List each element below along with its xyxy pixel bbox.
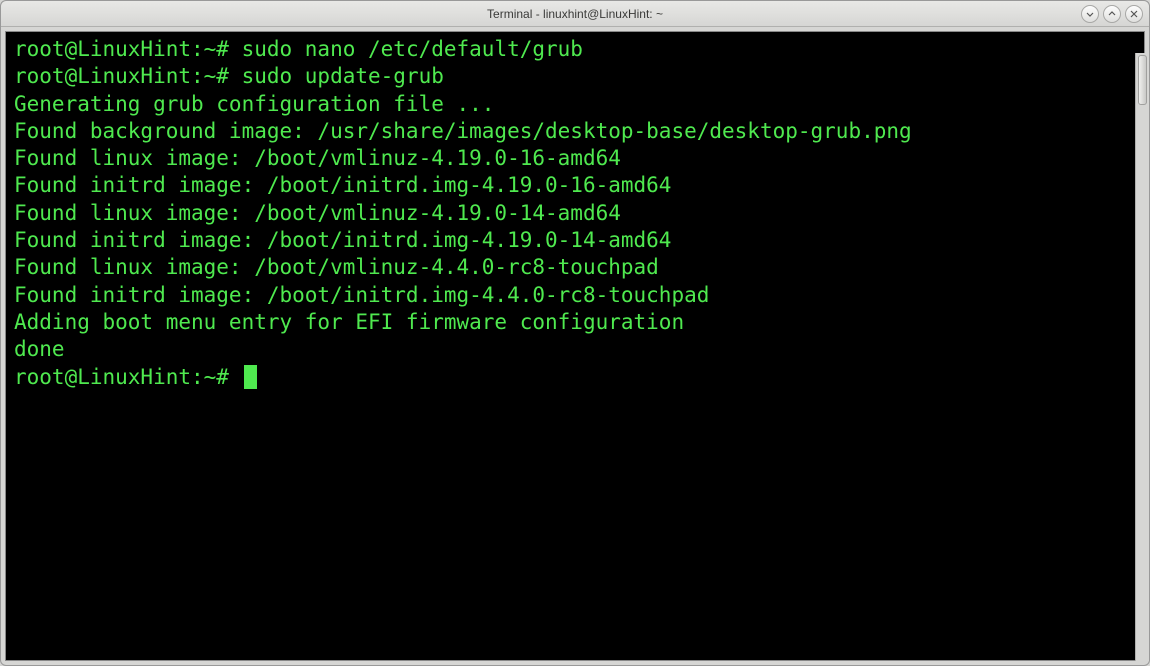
- terminal-line: Found initrd image: /boot/initrd.img-4.1…: [14, 172, 1136, 199]
- window-controls: [1081, 5, 1143, 23]
- terminal-line: Found initrd image: /boot/initrd.img-4.4…: [14, 282, 1136, 309]
- output-text: Found initrd image: /boot/initrd.img-4.1…: [14, 228, 671, 252]
- output-text: Found background image: /usr/share/image…: [14, 119, 912, 143]
- command-text: sudo nano /etc/default/grub: [242, 37, 583, 61]
- terminal-line: Adding boot menu entry for EFI firmware …: [14, 309, 1136, 336]
- output-text: Adding boot menu entry for EFI firmware …: [14, 310, 684, 334]
- close-button[interactable]: [1125, 5, 1143, 23]
- titlebar[interactable]: Terminal - linuxhint@LinuxHint: ~: [1, 1, 1149, 27]
- terminal-line: root@LinuxHint:~# sudo nano /etc/default…: [14, 36, 1136, 63]
- prompt: root@LinuxHint:~#: [14, 37, 242, 61]
- output-text: Found initrd image: /boot/initrd.img-4.4…: [14, 283, 709, 307]
- terminal-window: Terminal - linuxhint@LinuxHint: ~ root@L…: [0, 0, 1150, 666]
- output-text: Found initrd image: /boot/initrd.img-4.1…: [14, 173, 671, 197]
- scrollbar-thumb[interactable]: [1138, 55, 1147, 105]
- output-text: done: [14, 337, 65, 361]
- minimize-button[interactable]: [1081, 5, 1099, 23]
- close-icon: [1130, 10, 1138, 18]
- terminal-line: root@LinuxHint:~#: [14, 364, 1136, 391]
- cursor: [244, 365, 257, 389]
- minimize-icon: [1086, 10, 1094, 18]
- terminal-line: Generating grub configuration file ...: [14, 91, 1136, 118]
- output-text: Found linux image: /boot/vmlinuz-4.19.0-…: [14, 201, 621, 225]
- maximize-button[interactable]: [1103, 5, 1121, 23]
- command-text: sudo update-grub: [242, 64, 444, 88]
- maximize-icon: [1108, 10, 1116, 18]
- scrollbar-track[interactable]: [1135, 53, 1149, 661]
- output-text: Generating grub configuration file ...: [14, 92, 494, 116]
- prompt: root@LinuxHint:~#: [14, 64, 242, 88]
- terminal-line: Found linux image: /boot/vmlinuz-4.19.0-…: [14, 200, 1136, 227]
- output-text: Found linux image: /boot/vmlinuz-4.4.0-r…: [14, 255, 659, 279]
- terminal-line: Found linux image: /boot/vmlinuz-4.4.0-r…: [14, 254, 1136, 281]
- terminal-line: root@LinuxHint:~# sudo update-grub: [14, 63, 1136, 90]
- terminal-line: done: [14, 336, 1136, 363]
- terminal-line: Found linux image: /boot/vmlinuz-4.19.0-…: [14, 145, 1136, 172]
- prompt: root@LinuxHint:~#: [14, 365, 242, 389]
- output-text: Found linux image: /boot/vmlinuz-4.19.0-…: [14, 146, 621, 170]
- terminal-line: Found background image: /usr/share/image…: [14, 118, 1136, 145]
- window-title: Terminal - linuxhint@LinuxHint: ~: [7, 7, 1143, 21]
- terminal-output-area[interactable]: root@LinuxHint:~# sudo nano /etc/default…: [5, 31, 1145, 661]
- terminal-line: Found initrd image: /boot/initrd.img-4.1…: [14, 227, 1136, 254]
